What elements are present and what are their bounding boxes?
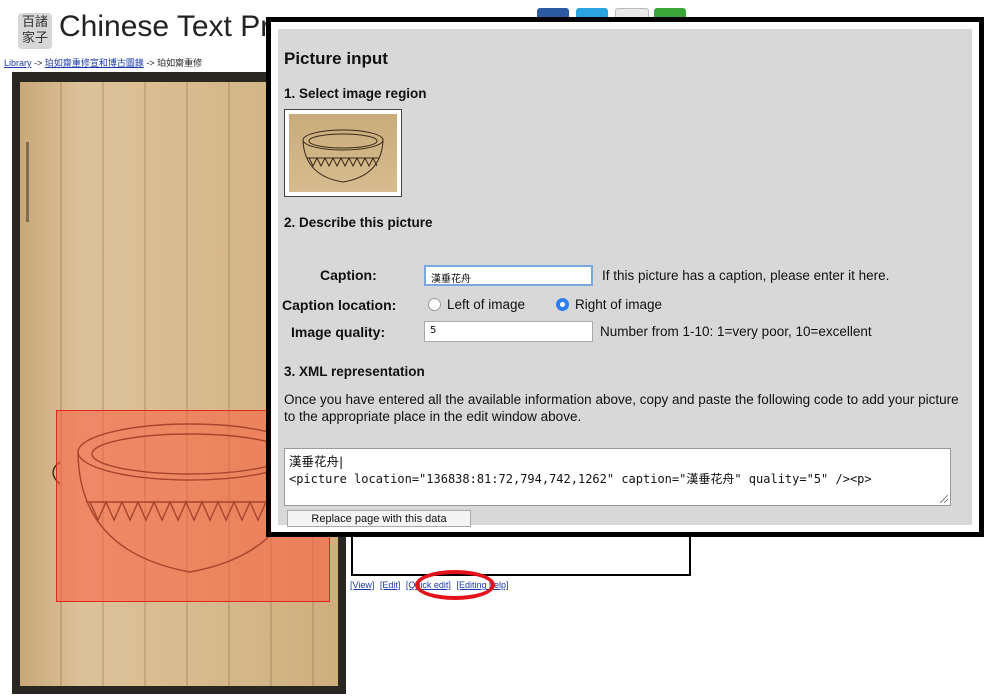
caption-hint: If this picture has a caption, please en… (602, 268, 890, 283)
edit-link[interactable]: [Edit] (380, 580, 401, 590)
location-left-label: Left of image (447, 297, 526, 312)
breadcrumb-separator: -> (34, 58, 43, 68)
image-quality-row: Image quality: 5 Number from 1-10: 1=ver… (278, 321, 972, 343)
dialog-body: Picture input 1. Select image region 2. … (278, 29, 972, 527)
caption-label: Caption: (320, 267, 377, 283)
location-left-radio[interactable] (428, 298, 441, 311)
xml-caption-line: 漢垂花舟| (289, 454, 344, 469)
xml-instructions: Once you have entered all the available … (284, 392, 959, 424)
breadcrumb-book-link[interactable]: 珀如齋重修宣和博古圖錄 (45, 58, 144, 68)
location-right-label: Right of image (575, 297, 663, 312)
breadcrumb-current: 珀如齋重修 (157, 58, 203, 68)
site-title[interactable]: Chinese Text Pr (59, 10, 270, 44)
breadcrumb-separator: -> (146, 58, 155, 68)
replace-page-button[interactable]: Replace page with this data (287, 510, 471, 527)
caption-location-label: Caption location: (282, 297, 397, 313)
xml-textarea[interactable]: 漢垂花舟| <picture location="136838:81:72,79… (284, 448, 951, 506)
thumbnail-image (289, 114, 397, 192)
location-right-option[interactable]: Right of image (556, 297, 662, 312)
site-logo[interactable]: 百諸 家子 (18, 13, 52, 49)
breadcrumb-library-link[interactable]: Library (4, 58, 32, 68)
caption-input[interactable]: 漢垂花舟 (424, 265, 593, 286)
picture-input-dialog: Picture input 1. Select image region 2. … (266, 17, 984, 537)
caption-row: Caption: 漢垂花舟 If this picture has a capt… (278, 265, 972, 287)
image-quality-hint: Number from 1-10: 1=very poor, 10=excell… (600, 324, 872, 339)
highlight-oval (415, 570, 495, 600)
selected-region-thumbnail[interactable] (284, 109, 402, 197)
view-link[interactable]: [View] (350, 580, 374, 590)
step1-heading: 1. Select image region (284, 86, 427, 101)
caption-location-row: Caption location: Left of image Right of… (278, 295, 972, 317)
vessel-thumbnail-drawing (302, 129, 384, 183)
step3-heading: 3. XML representation (284, 364, 425, 379)
image-quality-input[interactable]: 5 (424, 321, 593, 342)
step2-heading: 2. Describe this picture (284, 215, 433, 230)
image-quality-label: Image quality: (291, 324, 386, 340)
location-left-option[interactable]: Left of image (428, 297, 525, 312)
location-right-radio[interactable] (556, 298, 569, 311)
breadcrumb: Library -> 珀如齋重修宣和博古圖錄 -> 珀如齋重修 (4, 56, 202, 69)
xml-code-line: <picture location="136838:81:72,794,742,… (289, 472, 872, 486)
dialog-title: Picture input (284, 49, 388, 68)
logo-text: 百諸 家子 (21, 15, 48, 46)
resize-grip-icon[interactable] (940, 495, 948, 503)
